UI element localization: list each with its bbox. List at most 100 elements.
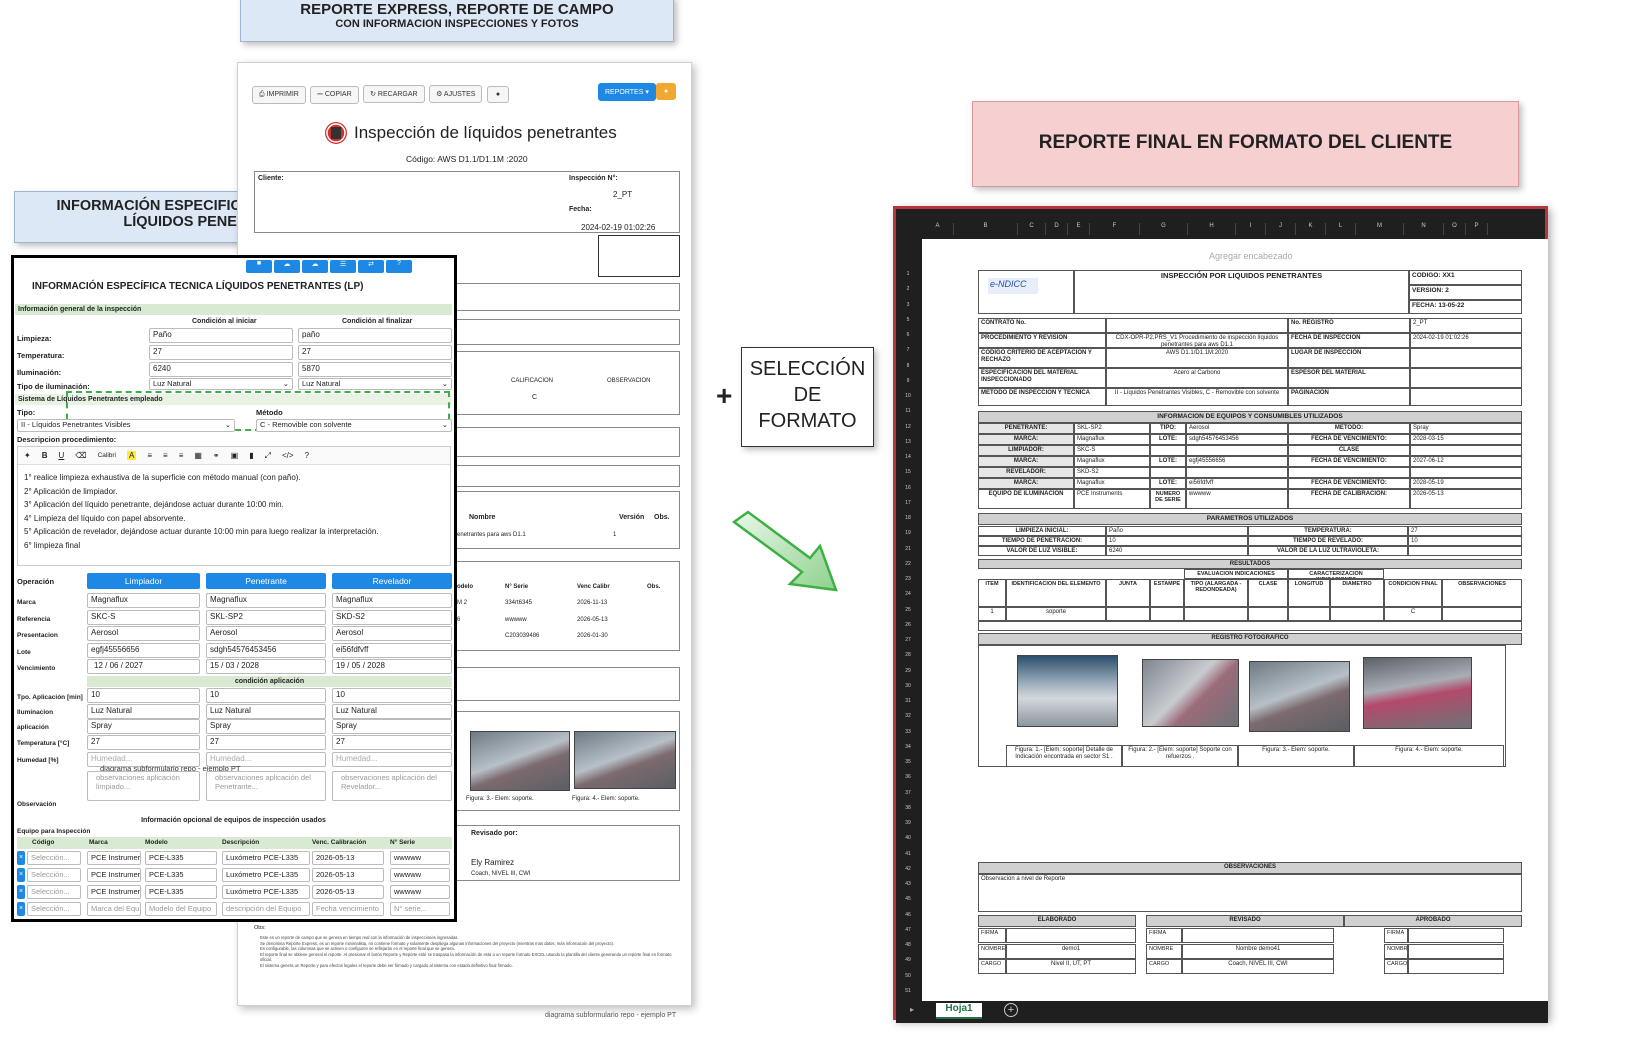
row-number[interactable]: 38 <box>896 805 920 811</box>
font-select[interactable]: Calibri <box>98 452 116 459</box>
copy-button[interactable]: ⎓ COPIAR <box>310 86 359 104</box>
row-number[interactable]: 9 <box>896 378 920 384</box>
cleaner-reference-input[interactable]: SKC-S <box>87 610 200 625</box>
fullscreen-icon[interactable]: ⤢ <box>265 451 271 461</box>
equipment-cell[interactable]: Selección... <box>27 868 81 882</box>
temperature-end-input[interactable]: 27 <box>298 345 452 360</box>
column-letter[interactable]: N <box>1404 223 1444 235</box>
row-number[interactable]: 33 <box>896 729 920 735</box>
method-select[interactable]: C - Removible con solvente ⌄ <box>256 419 452 432</box>
developer-humidity-input[interactable]: Humedad... <box>332 752 452 767</box>
cleaner-application-select[interactable]: Spray <box>87 719 200 734</box>
row-number[interactable]: 26 <box>896 622 920 628</box>
equipment-cell[interactable]: wwwww <box>390 885 450 899</box>
rich-text-editor[interactable]: ✦ B U ⌫ Calibri A ≡ ≡ ≡ ▦ ⚭ ▣ ▮ ⤢ </> ? … <box>17 446 451 566</box>
row-number[interactable]: 51 <box>896 988 920 994</box>
cleaning-end-input[interactable]: paño <box>298 328 452 343</box>
developer-reference-input[interactable]: SKD-S2 <box>332 610 452 625</box>
developer-application-select[interactable]: Spray <box>332 719 452 734</box>
reports-dropdown-button[interactable]: REPORTES ▾ <box>598 83 656 101</box>
equipment-cell[interactable]: Selección... <box>27 851 81 865</box>
column-letter[interactable]: J <box>1266 223 1296 235</box>
remove-row-icon[interactable]: × <box>17 902 25 916</box>
equipment-cell[interactable]: 2026-05-13 <box>312 851 384 865</box>
transfer-icon[interactable]: ⇄ <box>358 260 384 273</box>
row-number[interactable]: 35 <box>896 759 920 765</box>
type-select[interactable]: II - Líquidos Penetrantes Visibles ⌄ <box>17 419 235 432</box>
row-number[interactable]: 22 <box>896 561 920 567</box>
eraser-icon[interactable]: ⌫ <box>75 451 86 460</box>
cleaner-observation-textarea[interactable]: observaciones aplicación limpiado... <box>87 771 200 801</box>
info-button[interactable]: ● <box>656 83 677 100</box>
row-number[interactable]: 47 <box>896 927 920 933</box>
row-number[interactable]: 34 <box>896 744 920 750</box>
equipment-cell[interactable]: wwwww <box>390 851 450 865</box>
cleaner-lot-input[interactable]: egfj45556656 <box>87 643 200 658</box>
row-number[interactable]: 32 <box>896 713 920 719</box>
penetrant-temp-input[interactable]: 27 <box>206 735 326 750</box>
row-number[interactable]: 8 <box>896 363 920 369</box>
row-number[interactable]: 10 <box>896 393 920 399</box>
column-letter[interactable]: K <box>1296 223 1326 235</box>
equipment-cell[interactable]: Luxómetro PCE-L335 <box>222 885 310 899</box>
row-number[interactable]: 3 <box>896 302 920 308</box>
penetrant-presentation-select[interactable]: Aerosol <box>206 626 326 641</box>
equipment-cell[interactable]: 2026-05-13 <box>312 885 384 899</box>
column-letter[interactable]: E <box>1068 223 1090 235</box>
row-number[interactable]: 49 <box>896 957 920 963</box>
numbered-list-icon[interactable]: ≡ <box>163 451 168 460</box>
row-number[interactable]: 13 <box>896 439 920 445</box>
cleaner-illum-select[interactable]: Luz Natural <box>87 704 200 719</box>
align-icon[interactable]: ≡ <box>179 451 184 460</box>
illumination-end-input[interactable]: 5870 <box>298 362 452 377</box>
penetrant-lot-input[interactable]: sdgh54576453456 <box>206 643 326 658</box>
database-icon[interactable]: ☰ <box>330 260 356 273</box>
remove-row-icon[interactable]: × <box>17 851 25 865</box>
equipment-cell[interactable]: PCE Instrumer <box>87 885 141 899</box>
equipment-cell[interactable]: Luxómetro PCE-L335 <box>222 851 310 865</box>
row-number[interactable]: 37 <box>896 790 920 796</box>
row-number[interactable]: 27 <box>896 637 920 643</box>
row-number[interactable]: 2 <box>896 286 920 292</box>
remove-row-icon[interactable]: × <box>17 885 25 899</box>
code-view-icon[interactable]: </> <box>282 451 294 460</box>
equipment-cell[interactable]: PCE Instrumer <box>87 868 141 882</box>
column-letter[interactable]: F <box>1090 223 1140 235</box>
table-icon[interactable]: ▦ <box>194 451 202 460</box>
row-number[interactable]: 11 <box>896 408 920 414</box>
row-number[interactable]: 7 <box>896 347 920 353</box>
row-number[interactable]: 15 <box>896 469 920 475</box>
row-number[interactable]: 42 <box>896 866 920 872</box>
text-color-icon[interactable]: A <box>127 451 137 460</box>
illumination-type-start-select[interactable]: Luz Natural ⌄ <box>149 378 293 390</box>
developer-temp-input[interactable]: 27 <box>332 735 452 750</box>
equipment-cell[interactable]: descripción del Equipo <box>222 902 310 916</box>
penetrant-time-input[interactable]: 10 <box>206 688 326 703</box>
print-button[interactable]: ⎙ IMPRIMIR <box>252 86 306 104</box>
add-header-hint[interactable]: Agregar encabezado <box>1209 251 1293 261</box>
column-letter[interactable]: P <box>1466 223 1488 235</box>
video-icon[interactable]: ▮ <box>249 451 253 460</box>
equipment-cell[interactable]: Modelo del Equipo <box>145 902 217 916</box>
developer-illum-select[interactable]: Luz Natural <box>332 704 452 719</box>
row-number[interactable]: 50 <box>896 973 920 979</box>
column-letter[interactable]: A <box>922 223 954 235</box>
row-number[interactable]: 45 <box>896 896 920 902</box>
remove-row-icon[interactable]: × <box>17 868 25 882</box>
row-number[interactable]: 17 <box>896 500 920 506</box>
scroll-left-icon[interactable]: ▸ <box>910 1005 914 1014</box>
row-number[interactable]: 16 <box>896 485 920 491</box>
row-number[interactable]: 25 <box>896 607 920 613</box>
cleaner-time-input[interactable]: 10 <box>87 688 200 703</box>
row-number[interactable]: 1 <box>896 271 920 277</box>
penetrant-brand-input[interactable]: Magnaflux <box>206 593 326 608</box>
penetrant-reference-input[interactable]: SKL-SP2 <box>206 610 326 625</box>
cleaner-brand-input[interactable]: Magnaflux <box>87 593 200 608</box>
temperature-start-input[interactable]: 27 <box>149 345 293 360</box>
penetrant-illum-select[interactable]: Luz Natural <box>206 704 326 719</box>
row-number[interactable]: 40 <box>896 835 920 841</box>
developer-time-input[interactable]: 10 <box>332 688 452 703</box>
settings-button[interactable]: ⚙ AJUSTES <box>429 85 483 103</box>
column-letter[interactable]: D <box>1046 223 1068 235</box>
row-number[interactable]: 14 <box>896 454 920 460</box>
